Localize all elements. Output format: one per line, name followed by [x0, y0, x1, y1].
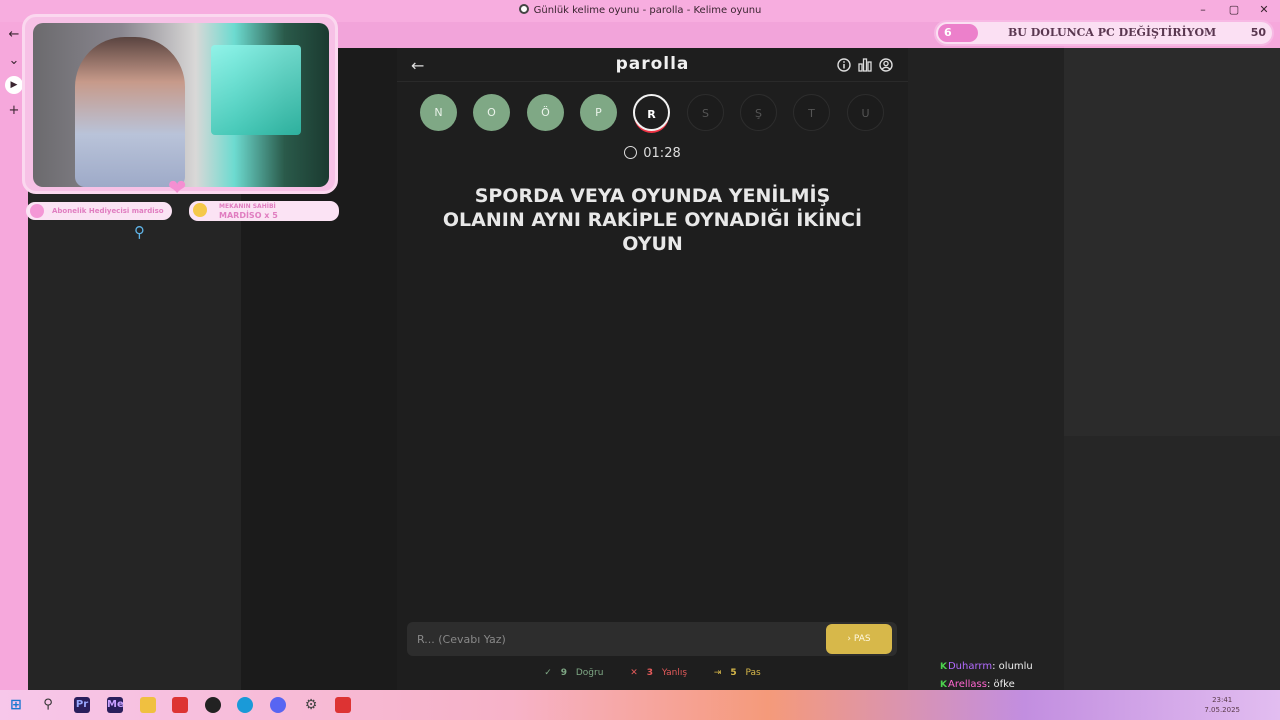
settings-gear-icon[interactable]: ⚙: [303, 697, 319, 713]
chat-message: KDuharrm: olumlu: [940, 661, 1033, 672]
answer-input[interactable]: [417, 630, 817, 648]
skip-icon: ⇥: [713, 668, 722, 678]
webcam-pc-glow: [211, 45, 301, 135]
check-icon: ✓: [544, 668, 552, 678]
chat-text: olumlu: [998, 661, 1033, 672]
timer: 01:28: [397, 146, 908, 161]
game-container: ← parolla N O Ö P R S Ş T U 01:28 SPORDA…: [397, 48, 908, 690]
webcam-feed: [33, 23, 329, 187]
app-red-icon[interactable]: [172, 697, 188, 713]
kick-icon: K: [940, 680, 947, 690]
pass-stat: ⇥ 5 Pas: [713, 668, 761, 678]
folder-icon[interactable]: [140, 697, 156, 713]
location-pin-icon: ⚲: [134, 223, 145, 241]
letter-circle-t: T: [793, 94, 830, 131]
premiere-icon[interactable]: Pr: [74, 697, 90, 713]
question-text: SPORDA VEYA OYUNDA YENİLMİŞ OLANIN AYNI …: [442, 185, 863, 255]
heart-badge-icon: [30, 204, 44, 218]
letter-circle-u: U: [847, 94, 884, 131]
answer-box: › PAS: [407, 622, 897, 656]
favicon-icon: [518, 4, 529, 14]
wrong-stat: ✕ 3 Yanlış: [630, 668, 688, 678]
chat-username: Arellass: [947, 679, 987, 690]
minimize-button[interactable]: –: [1195, 3, 1211, 16]
pass-button[interactable]: › PAS: [826, 624, 892, 654]
goal-target: 50: [1250, 26, 1266, 39]
crown-icon: [193, 203, 207, 217]
edge-icon[interactable]: [237, 697, 253, 713]
game-header: ← parolla: [397, 48, 908, 82]
gift-sub-badge: Abonelik Hediyecisi mardiso: [26, 202, 172, 220]
heart-icon: ❤: [168, 176, 187, 201]
webcam-person: [75, 37, 185, 187]
score-stats: ✓ 9 Doğru ✕ 3 Yanlış ⇥ 5 Pas: [397, 668, 908, 678]
goal-banner: 6 BU DOLUNCA PC DEĞİŞTİRİYOM 50: [934, 20, 1274, 46]
letter-circle-p: P: [580, 94, 617, 131]
letter-circle-s-cedilla: Ş: [740, 94, 777, 131]
chat-message: KArellass: öfke: [940, 679, 1015, 690]
play-icon[interactable]: ▶: [5, 76, 23, 94]
close-button[interactable]: ✕: [1256, 3, 1272, 16]
letter-circle-n: N: [420, 94, 457, 131]
profile-icon[interactable]: [879, 58, 893, 72]
add-icon[interactable]: +: [5, 102, 23, 120]
chat-username: Duharrm: [947, 661, 993, 672]
media-encoder-icon[interactable]: Me: [107, 697, 124, 713]
letter-circle-r-current: R: [633, 94, 670, 131]
goal-current: 6: [944, 26, 952, 39]
top-supporter-badge: MEKANIN SAHİBİ MARDİSO x 5: [189, 201, 339, 221]
system-clock[interactable]: 23:41 7.05.2025: [1204, 695, 1240, 715]
webcam-overlay: [22, 14, 338, 194]
search-icon[interactable]: ⚲: [40, 697, 56, 713]
app-logo: parolla: [615, 54, 690, 74]
app-red-icon-2[interactable]: [335, 697, 351, 713]
cross-icon: ✕: [630, 668, 638, 678]
info-icon[interactable]: [837, 58, 851, 72]
side-panel-bottom: [1064, 436, 1280, 690]
timer-value: 01:28: [643, 146, 681, 161]
maximize-button[interactable]: ▢: [1226, 3, 1242, 16]
right-empty-panel: [908, 48, 1064, 690]
letter-circle-o: O: [473, 94, 510, 131]
chat-text: öfke: [993, 679, 1015, 690]
letter-circle-o-umlaut: Ö: [527, 94, 564, 131]
back-arrow-icon[interactable]: ←: [5, 26, 23, 44]
letter-circle-s: S: [687, 94, 724, 131]
chevron-down-icon[interactable]: ⌄: [5, 52, 23, 70]
discord-icon[interactable]: [270, 697, 286, 713]
kick-icon: K: [940, 662, 947, 672]
windows-start-icon[interactable]: ⊞: [8, 697, 24, 713]
taskbar: ⊞ ⚲ Pr Me ⚙ 23:41 7.05.2025: [0, 690, 1280, 720]
correct-stat: ✓ 9 Doğru: [544, 668, 604, 678]
obs-icon[interactable]: [205, 697, 221, 713]
stats-icon[interactable]: [858, 58, 872, 72]
clock-icon: [624, 146, 638, 159]
side-panel-top: [1064, 48, 1280, 436]
goal-text: BU DOLUNCA PC DEĞİŞTİRİYOM: [1008, 26, 1217, 39]
